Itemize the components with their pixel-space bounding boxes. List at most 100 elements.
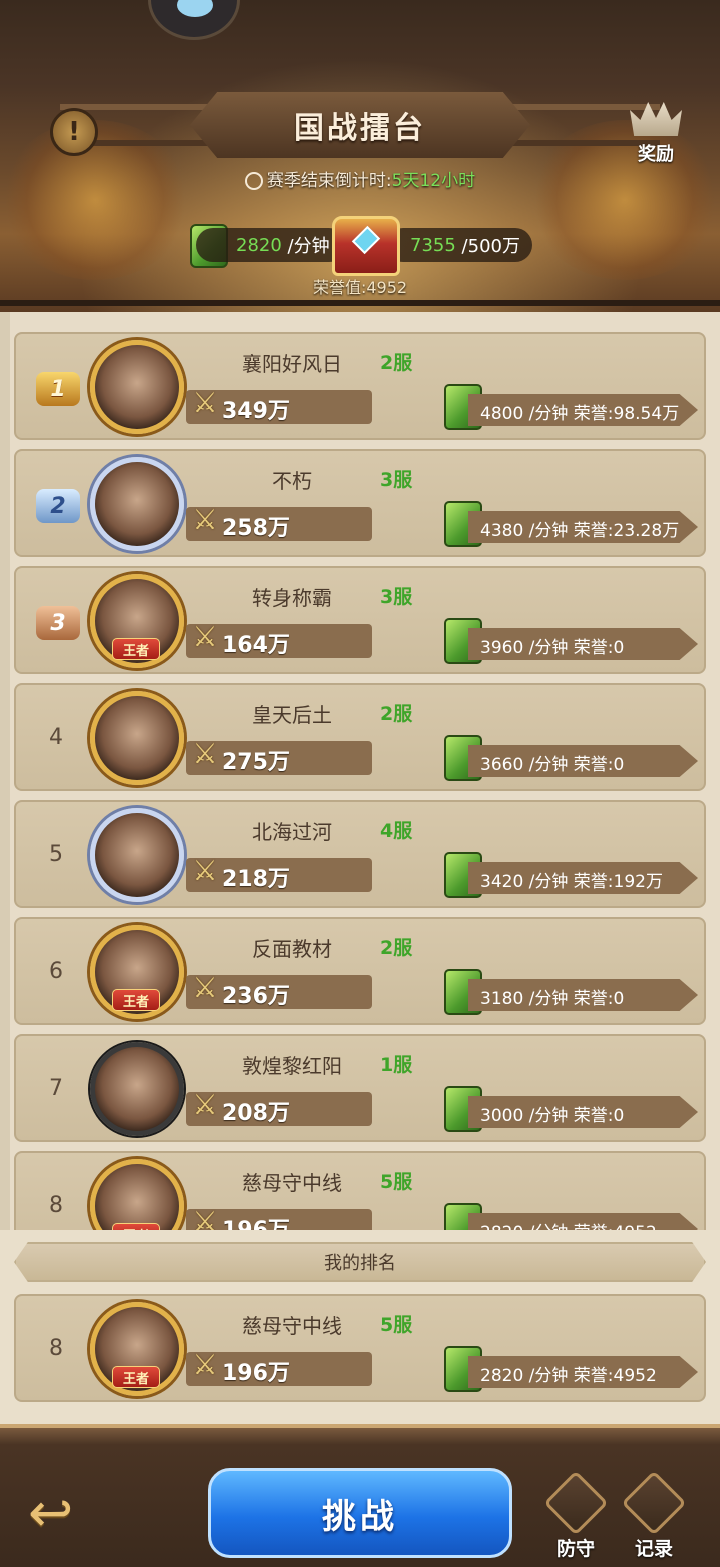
rank-number: 8 [49,1335,63,1361]
server-label: 3服 [380,469,413,491]
rate-value: 3000 /分钟 荣誉:0 [480,1106,625,1126]
avatar[interactable] [90,1159,184,1230]
title-plate: 国战擂台 [190,92,530,158]
player-name: 北海过河 [252,820,332,844]
crown-icon [630,102,682,136]
pen-icon [621,1470,687,1536]
server-label: 5服 [380,1171,413,1193]
pool-value: 7355 [410,234,456,256]
my-rank-label: 我的排名 [14,1242,706,1282]
ranking-list[interactable]: 1 襄阳好风日 2服 349万 ⚔ 4800 /分钟 荣誉:98.54万 2 不朽 3服 258万… [0,312,720,1230]
rate-value: 3660 /分钟 荣誉:0 [480,755,625,775]
server-label: 2服 [380,937,413,959]
rank-number: 7 [49,1075,63,1101]
avatar[interactable] [90,457,184,551]
exclamation-icon: ! [68,117,80,147]
power-value: 164万 [222,633,290,658]
crossed-swords-icon: ⚔ [192,620,218,653]
rank-number: 5 [49,841,63,867]
rank-number: 8 [49,1192,63,1218]
info-button[interactable]: ! [50,108,98,156]
avatar[interactable] [90,691,184,785]
arena-header: 国战擂台 ! 奖励 赛季结束倒计时:5天12小时 2820 /分钟 7355 /… [0,0,720,312]
crossed-swords-icon: ⚔ [192,386,218,419]
player-name: 慈母守中线 [242,1314,342,1338]
page-title: 国战擂台 [294,111,426,146]
shield-icon [543,1470,609,1536]
server-label: 2服 [380,703,413,725]
season-countdown: 赛季结束倒计时:5天12小时 [0,166,720,191]
bottom-bar: ↩ 挑战 防守 记录 [0,1424,720,1567]
season-countdown-value: 5天12小时 [391,171,476,191]
power-value: 196万 [222,1361,290,1386]
ranking-row[interactable]: 5 北海过河 4服 218万 ⚔ 3420 /分钟 荣誉:192万 [14,800,706,908]
header-divider [0,300,720,306]
mascot-avatar[interactable] [148,0,240,40]
rate-value: 3420 /分钟 荣誉:192万 [480,872,663,892]
avatar[interactable] [90,808,184,902]
power-value: 208万 [222,1101,290,1126]
rate-bar: 4380 /分钟 荣誉:23.28万 [468,511,698,543]
ranking-row[interactable]: 1 襄阳好风日 2服 349万 ⚔ 4800 /分钟 荣誉:98.54万 [14,332,706,440]
ranking-row[interactable]: 8 王者 慈母守中线 5服 196万⚔ 2820 /分钟 荣誉:4952 [14,1151,706,1230]
record-label: 记录 [634,1538,673,1560]
crossed-swords-icon: ⚔ [192,503,218,536]
rate-value: 4800 /分钟 荣誉:98.54万 [480,404,680,424]
rate-value: 4380 /分钟 荣誉:23.28万 [480,521,680,541]
crossed-swords-icon: ⚔ [192,971,218,1004]
avatar[interactable] [90,1042,184,1136]
income-unit: /分钟 [287,236,330,257]
reward-button[interactable]: 奖励 [626,96,686,170]
server-label: 4服 [380,820,413,842]
avatar[interactable] [90,340,184,434]
clock-icon [244,172,263,190]
honor-value: 荣誉值:4952 [312,278,408,297]
rate-bar: 3000 /分钟 荣誉:0 [468,1096,698,1128]
back-arrow-icon[interactable]: ↩ [28,1486,108,1540]
rank-medal-icon: 2 [36,489,80,523]
reward-label: 奖励 [638,144,674,165]
ranking-row[interactable]: 2 不朽 3服 258万 ⚔ 4380 /分钟 荣誉:23.28万 [14,449,706,557]
server-label: 1服 [380,1054,413,1076]
rate-bar: 2820 /分钟 荣誉:4952 [468,1213,698,1230]
record-button[interactable]: 记录 [621,1470,687,1564]
challenge-button[interactable]: 挑战 [208,1468,512,1558]
my-rank-row[interactable]: 8 王者 慈母守中线 5服 196万 ⚔ 2820 /分钟 荣誉:4952 [14,1294,706,1402]
rank-medal-icon: 3 [36,606,80,640]
player-name: 敦煌黎红阳 [242,1054,342,1078]
treasure-chest-icon[interactable] [332,216,400,276]
crossed-swords-icon: ⚔ [192,1088,218,1121]
king-badge: 王者 [112,1366,160,1388]
crossed-swords-icon: ⚔ [192,1348,218,1381]
ranking-row[interactable]: 6 王者 反面教材 2服 236万 ⚔ 3180 /分钟 荣誉:0 [14,917,706,1025]
defend-button[interactable]: 防守 [543,1470,609,1564]
rate-value: 3180 /分钟 荣誉:0 [480,989,625,1009]
rank-number: 4 [49,724,63,750]
player-name: 反面教材 [252,937,332,961]
income-value: 2820 [236,234,282,256]
pool-bar: 7355 /500万 [386,228,532,262]
server-label: 3服 [380,586,413,608]
ranking-row[interactable]: 7 敦煌黎红阳 1服 208万 ⚔ 3000 /分钟 荣誉:0 [14,1034,706,1142]
pool-max: /500万 [461,236,520,257]
player-name: 襄阳好风日 [242,352,342,376]
king-badge: 王者 [112,638,160,660]
server-label: 5服 [380,1314,413,1336]
player-name: 不朽 [272,469,312,493]
defend-label: 防守 [556,1538,595,1560]
income-bar: 2820 /分钟 [196,228,346,262]
ranking-row[interactable]: 4 皇天后土 2服 275万 ⚔ 3660 /分钟 荣誉:0 [14,683,706,791]
crossed-swords-icon: ⚔ [192,1205,218,1230]
power-value: 196万 [222,1212,290,1230]
rate-bar: 3420 /分钟 荣誉:192万 [468,862,698,894]
rate-value: 3960 /分钟 荣誉:0 [480,638,625,658]
crossed-swords-icon: ⚔ [192,737,218,770]
player-name: 转身称霸 [252,586,332,610]
season-countdown-label: 赛季结束倒计时: [266,171,392,191]
player-name: 慈母守中线 [242,1171,342,1195]
power-value: 258万 [222,516,290,541]
ranking-row[interactable]: 3 王者 转身称霸 3服 164万 ⚔ 3960 /分钟 荣誉:0 [14,566,706,674]
rate-value: 2820 /分钟 荣誉:4952 [480,1218,657,1230]
rank-number: 6 [49,958,63,984]
player-name: 皇天后土 [252,703,332,727]
